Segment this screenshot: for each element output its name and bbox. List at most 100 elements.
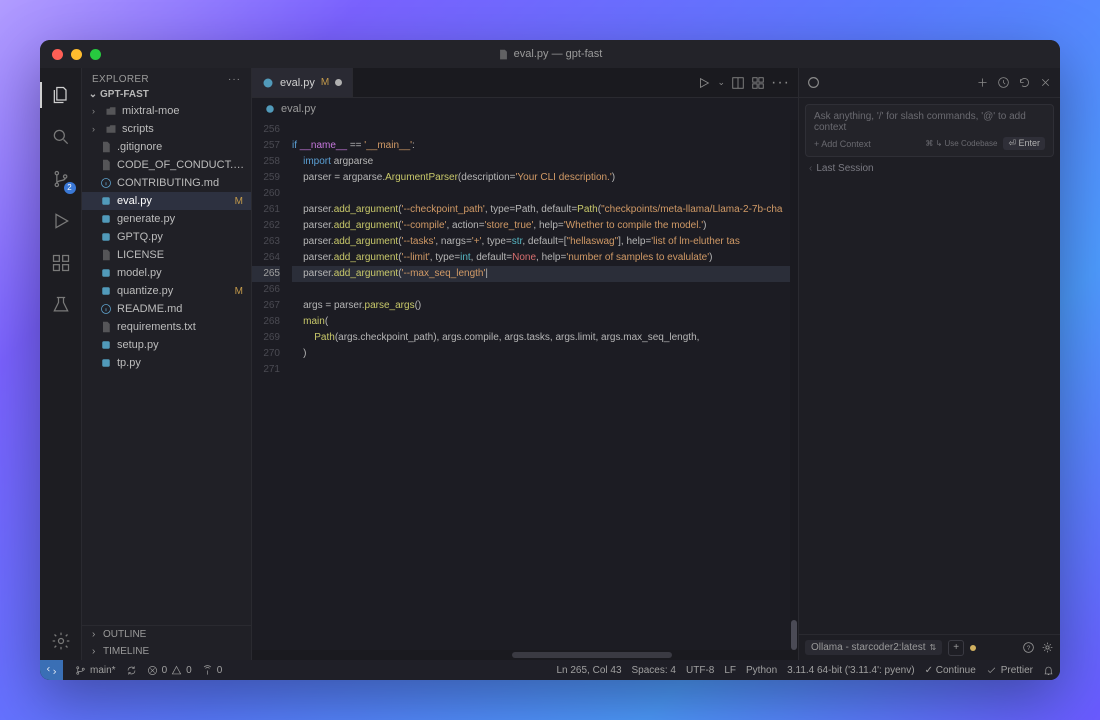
minimize-window-button[interactable] <box>71 49 82 60</box>
explorer-header: EXPLORER ··· <box>82 68 251 87</box>
file-item[interactable]: eval.pyM <box>82 192 251 210</box>
prettier-status[interactable]: Prettier <box>986 665 1033 676</box>
warning-icon <box>171 665 182 676</box>
status-bar: main* 0 0 0 Ln 265, Col 43 Spaces: 4 UTF… <box>40 660 1060 680</box>
file-icon <box>498 49 509 60</box>
explorer-activity[interactable] <box>40 76 82 114</box>
file-name: GPTQ.py <box>117 231 247 243</box>
h-thumb[interactable] <box>512 652 672 658</box>
new-chat-icon[interactable] <box>976 76 989 89</box>
cursor-position[interactable]: Ln 265, Col 43 <box>556 665 621 676</box>
sync-status[interactable] <box>126 665 137 676</box>
file-item[interactable]: CONTRIBUTING.md <box>82 174 251 192</box>
file-name: tp.py <box>117 357 247 369</box>
file-item[interactable]: model.py <box>82 264 251 282</box>
scm-activity[interactable]: 2 <box>40 160 82 198</box>
search-icon <box>51 127 71 147</box>
modified-mark: M <box>235 286 247 297</box>
file-item[interactable]: .gitignore <box>82 138 251 156</box>
minimap-thumb[interactable] <box>791 620 797 650</box>
explorer-more-icon[interactable]: ··· <box>228 74 241 85</box>
help-icon[interactable]: ? <box>1022 641 1035 654</box>
check-icon <box>986 665 997 676</box>
enter-button[interactable]: ⏎ Enter <box>1003 137 1045 150</box>
file-item[interactable]: quantize.py M <box>82 282 251 300</box>
editor-tab-evalpy[interactable]: eval.py M <box>252 68 353 97</box>
chat-panel: Ask anything, '/' for slash commands, '@… <box>798 68 1060 660</box>
use-codebase-hint: ⌘ ↳ Use Codebase <box>925 139 997 148</box>
continue-status[interactable]: ✓ Continue <box>925 665 976 676</box>
add-context-button[interactable]: + Add Context <box>814 139 871 149</box>
branch-status[interactable]: main* <box>75 665 116 676</box>
interpreter-status[interactable]: 3.11.4 64-bit ('3.11.4': pyenv) <box>787 665 914 676</box>
problems-status[interactable]: 0 0 <box>147 665 192 676</box>
chat-placeholder: Ask anything, '/' for slash commands, '@… <box>814 111 1045 133</box>
folder-item[interactable]: ›mixtral-moe <box>82 102 251 120</box>
remote-icon <box>46 665 57 676</box>
language-status[interactable]: Python <box>746 665 777 676</box>
extensions-icon <box>51 253 71 273</box>
dirty-dot-icon <box>335 79 342 86</box>
remote-indicator[interactable] <box>40 660 63 680</box>
indent-status[interactable]: Spaces: 4 <box>632 665 676 676</box>
file-item[interactable]: README.md <box>82 300 251 318</box>
editor-more-icon[interactable]: ··· <box>771 74 790 92</box>
file-name: generate.py <box>117 213 247 225</box>
chevron-right-icon: › <box>92 646 100 657</box>
encoding-status[interactable]: UTF-8 <box>686 665 714 676</box>
activity-bar: 2 <box>40 68 82 660</box>
settings-icon[interactable] <box>1041 641 1054 654</box>
continue-logo-icon[interactable] <box>807 76 820 89</box>
branch-icon <box>75 665 86 676</box>
reload-icon[interactable] <box>1018 76 1031 89</box>
eol-status[interactable]: LF <box>724 665 736 676</box>
timeline-section[interactable]: ›TIMELINE <box>82 643 251 660</box>
modified-mark: M <box>235 196 247 207</box>
editor-actions: ⌄ ··· <box>689 68 798 97</box>
app-window: eval.py — gpt-fast 2 <box>40 40 1060 680</box>
history-icon[interactable] <box>997 76 1010 89</box>
file-item[interactable]: LICENSE <box>82 246 251 264</box>
file-name: mixtral-moe <box>122 105 247 117</box>
files-icon <box>51 85 71 105</box>
settings-activity[interactable] <box>40 622 82 660</box>
code-content[interactable]: if __name__ == '__main__': import argpar… <box>288 120 790 650</box>
model-selector[interactable]: Ollama - starcoder2:latest ⇅ <box>805 640 942 655</box>
run-icon[interactable] <box>697 76 711 90</box>
testing-activity[interactable] <box>40 286 82 324</box>
grid-icon[interactable] <box>751 76 765 90</box>
file-name: quantize.py <box>117 285 230 297</box>
run-chevron[interactable]: ⌄ <box>717 77 725 88</box>
antenna-icon <box>202 665 213 676</box>
workspace-root[interactable]: ⌄ GPT-FAST <box>82 87 251 102</box>
code-editor[interactable]: 2562572582592602612622632642652662672682… <box>252 120 798 650</box>
ports-status[interactable]: 0 <box>202 665 223 676</box>
file-item[interactable]: generate.py <box>82 210 251 228</box>
last-session-link[interactable]: ‹Last Session <box>805 161 1054 176</box>
file-item[interactable]: GPTQ.py <box>82 228 251 246</box>
search-activity[interactable] <box>40 118 82 156</box>
notifications-status[interactable] <box>1043 665 1054 676</box>
close-window-button[interactable] <box>52 49 63 60</box>
minimap[interactable] <box>790 120 798 650</box>
folder-item[interactable]: ›scripts <box>82 120 251 138</box>
add-model-button[interactable]: + <box>948 640 964 656</box>
scm-badge: 2 <box>64 182 76 194</box>
breadcrumb[interactable]: eval.py <box>252 98 798 120</box>
extensions-activity[interactable] <box>40 244 82 282</box>
window-title: eval.py — gpt-fast <box>40 48 1060 60</box>
chat-input[interactable]: Ask anything, '/' for slash commands, '@… <box>805 104 1054 157</box>
mac-traffic-lights <box>40 49 101 60</box>
close-panel-icon[interactable] <box>1039 76 1052 89</box>
debug-activity[interactable] <box>40 202 82 240</box>
split-icon[interactable] <box>731 76 745 90</box>
file-item[interactable]: setup.py <box>82 336 251 354</box>
file-item[interactable]: requirements.txt <box>82 318 251 336</box>
chevron-right-icon: › <box>92 629 100 640</box>
horizontal-scrollbar[interactable] <box>252 650 798 660</box>
zoom-window-button[interactable] <box>90 49 101 60</box>
file-item[interactable]: tp.py <box>82 354 251 372</box>
file-item[interactable]: CODE_OF_CONDUCT.md <box>82 156 251 174</box>
file-name: scripts <box>122 123 247 135</box>
outline-section[interactable]: ›OUTLINE <box>82 626 251 643</box>
